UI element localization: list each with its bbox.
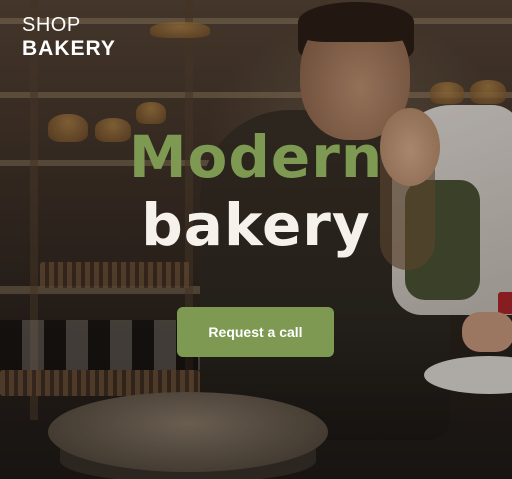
hero-headline-primary: Modern — [128, 123, 384, 191]
request-call-button[interactable]: Request a call — [177, 307, 334, 357]
brand-logo[interactable]: SHOP BAKERY — [22, 14, 116, 62]
hero-section: SHOP BAKERY Modern bakery Request a call — [0, 0, 512, 479]
logo-line-2: BAKERY — [22, 37, 116, 60]
logo-line-1: SHOP — [22, 14, 81, 36]
hero-headline-secondary: bakery — [141, 191, 371, 259]
